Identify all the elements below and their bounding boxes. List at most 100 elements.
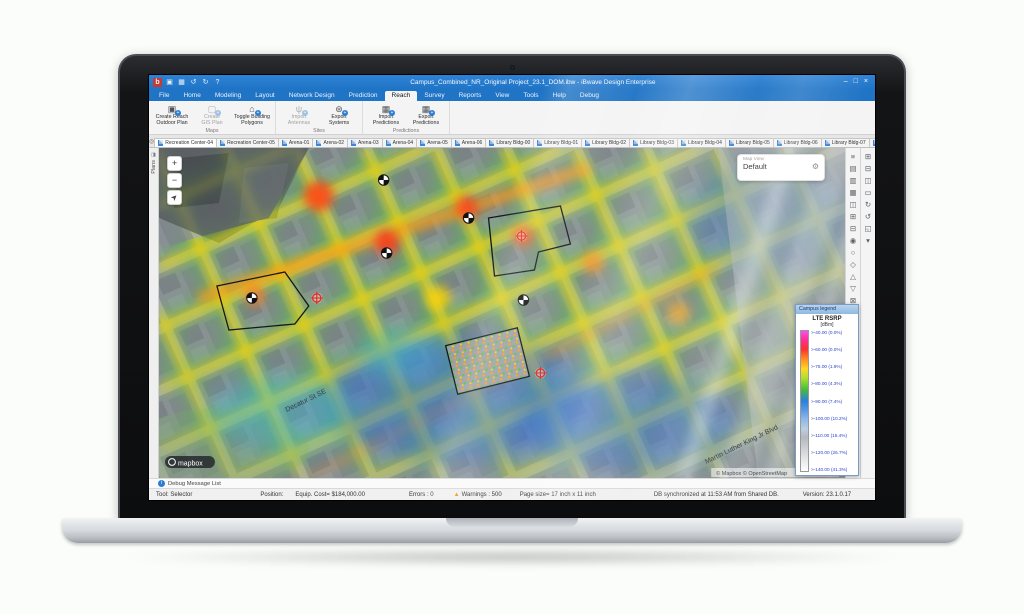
document-tab[interactable]: Recreation Center-04 (154, 138, 218, 147)
campus-legend-window[interactable]: Campus legend LTE RSRP [dBm] >-40.00 (0.… (795, 304, 859, 476)
mapbox-logo[interactable]: mapbox (164, 456, 215, 468)
ribbon-tab[interactable]: Reports (452, 91, 489, 101)
document-tab[interactable]: Library Bldg-03 (629, 138, 678, 147)
document-tab[interactable]: Library Bldg-04 (676, 138, 726, 147)
ribbon-tab[interactable]: Survey (417, 91, 451, 101)
panel-tool-drop[interactable]: ▾ (862, 235, 874, 246)
toggle-building-polygons-button[interactable]: ⌂ Toggle Building Polygons (232, 102, 272, 127)
undo-icon[interactable]: ↺ (189, 78, 198, 87)
ribbon-group-label: Sites (313, 127, 325, 134)
plan-doc-icon (633, 140, 639, 146)
ribbon-tab[interactable]: Network Design (282, 91, 342, 101)
legend-window-titlebar[interactable]: Campus legend (796, 305, 858, 314)
panel-tool-corner[interactable]: ◱ (862, 223, 874, 234)
db-sync-status: DB synchronized at 11:53 AM from Shared … (653, 491, 779, 498)
tool-icon-collapse[interactable]: ⊟ (847, 223, 859, 234)
plan-doc-icon (537, 140, 543, 146)
document-tab[interactable]: Library Bldg-00 (485, 138, 535, 147)
map-viewport[interactable]: Decatur St SE Martin Luther King Jr Blvd (159, 148, 845, 478)
help-icon[interactable]: ? (213, 78, 222, 87)
panel-tool-rotate-ccw[interactable]: ↺ (862, 211, 874, 222)
ribbon-tab[interactable]: Modeling (208, 91, 248, 101)
legend-entry: >-100.00 (10.2%) (811, 415, 848, 421)
import-antennas-button[interactable]: ψ Import Antennas (279, 102, 319, 127)
panel-tool-expand[interactable]: ⊞ (862, 151, 874, 162)
document-tab[interactable]: Library Bldg-01 (533, 138, 583, 147)
save-all-icon[interactable]: ▦ (177, 78, 186, 87)
plan-doc-icon (351, 140, 357, 146)
document-tab[interactable]: Arena-05 (416, 138, 452, 147)
plans-panel-tab[interactable]: ◨ Plans (149, 148, 159, 478)
document-tab[interactable]: Library Bldg-06 (772, 138, 822, 147)
close-button[interactable]: × (864, 77, 868, 87)
zoom-in-button[interactable]: + (167, 156, 182, 171)
document-tab[interactable]: Library Bldg-05 (724, 138, 774, 147)
minimize-button[interactable]: – (844, 77, 848, 87)
ribbon-tab[interactable]: Prediction (342, 91, 385, 101)
tool-icon-buildings[interactable]: ▦ (847, 187, 859, 198)
map-canvas[interactable]: Decatur St SE Martin Luther King Jr Blvd (159, 148, 845, 478)
tool-icon-circle[interactable]: ○ (847, 247, 859, 258)
app-logo-icon[interactable]: b (153, 77, 162, 87)
tool-icon-compare[interactable]: ◫ (847, 199, 859, 210)
document-tab[interactable]: Arena-04 (381, 138, 418, 147)
document-tab[interactable]: Arena-02 (312, 138, 349, 147)
document-tab[interactable]: Arena-06 (450, 138, 487, 147)
ribbon-button-icon: ▦ (420, 103, 435, 116)
document-tab[interactable]: Arena-03 (347, 138, 383, 147)
plan-doc-icon (385, 140, 391, 146)
zoom-out-button[interactable]: − (167, 173, 182, 188)
ribbon-tab[interactable]: Reach (384, 91, 418, 101)
plan-doc-icon (585, 140, 591, 146)
tool-icon-triangle-up[interactable]: △ (847, 271, 859, 282)
svg-text:mapbox: mapbox (178, 460, 203, 467)
save-icon[interactable]: ▣ (165, 78, 174, 87)
export-predictions-button[interactable]: ▦ Export Predictions (406, 102, 446, 127)
legend-entry: >-90.00 (7.4%) (811, 398, 843, 404)
document-tab[interactable]: Recreation Center-05 (216, 138, 279, 147)
document-tab[interactable]: Arena-01 (277, 138, 314, 147)
map-view-select[interactable]: Default (743, 162, 767, 171)
plan-doc-icon (489, 140, 495, 146)
tool-icon-target[interactable]: ◉ (847, 235, 859, 246)
warning-icon: ▲ (453, 491, 460, 498)
panel-tool-window[interactable]: ▭ (862, 187, 874, 198)
tool-icon-triangle-down[interactable]: ▽ (847, 283, 859, 294)
ribbon-group-label: Predictions (392, 127, 420, 134)
document-tab[interactable]: Library Bldg-07 (820, 138, 870, 147)
panel-tool-collapse[interactable]: ⊟ (862, 163, 874, 174)
document-tab[interactable]: Arts I (868, 138, 875, 147)
ribbon-tab[interactable]: Layout (248, 91, 282, 101)
ribbon-tab[interactable]: Help (546, 91, 573, 101)
tool-icon-layers[interactable]: ≡ (847, 151, 859, 162)
document-tab-bar: ◎ Recreation Center-04 Recreation Center… (149, 135, 875, 148)
compass-needle-icon: ➤ (168, 191, 181, 204)
ribbon-tab[interactable]: File (152, 91, 176, 101)
legend-entry: >-140.00 (41.3%) (811, 467, 848, 472)
import-predictions-button[interactable]: ▦ Import Predictions (366, 102, 406, 127)
ribbon-tab[interactable]: View (488, 91, 516, 101)
document-tab[interactable]: Library Bldg-02 (581, 138, 631, 147)
marketing-stage: b ▣ ▦ ↺ ↻ ? Campus_Combined_NR_Original … (0, 0, 1024, 614)
legend-entry: >-75.00 (1.9%) (811, 364, 843, 370)
create-reach-outdoor-plan-button[interactable]: ▣ Create Reach Outdoor Plan (152, 102, 192, 127)
debug-message-bar[interactable]: i Debug Message List (149, 478, 875, 488)
gear-icon[interactable]: ⚙ (812, 162, 819, 171)
ribbon-tab[interactable]: Tools (516, 91, 545, 101)
compass-button[interactable]: ➤ (167, 190, 182, 205)
tool-icon-grid[interactable]: ⊞ (847, 211, 859, 222)
tool-icon-diamond[interactable]: ◇ (847, 259, 859, 270)
maximize-button[interactable]: □ (854, 77, 858, 87)
export-systems-button[interactable]: ⊛ Export Systems (319, 102, 359, 127)
ribbon-tab[interactable]: Home (176, 91, 207, 101)
panel-tool-split[interactable]: ◫ (862, 175, 874, 186)
plan-doc-icon (872, 140, 875, 146)
tool-icon-rows[interactable]: ▥ (847, 175, 859, 186)
panel-tool-rotate-cw[interactable]: ↻ (862, 199, 874, 210)
tool-icon-list[interactable]: ▤ (847, 163, 859, 174)
window-controls: – □ × (844, 77, 875, 87)
create-gis-plan-button[interactable]: ▢ Create GIS Plan (192, 102, 232, 127)
ribbon-tab[interactable]: Debug (573, 91, 606, 101)
ribbon: ▣ Create Reach Outdoor Plan ▢ Create GIS… (149, 101, 875, 135)
redo-icon[interactable]: ↻ (201, 78, 210, 87)
